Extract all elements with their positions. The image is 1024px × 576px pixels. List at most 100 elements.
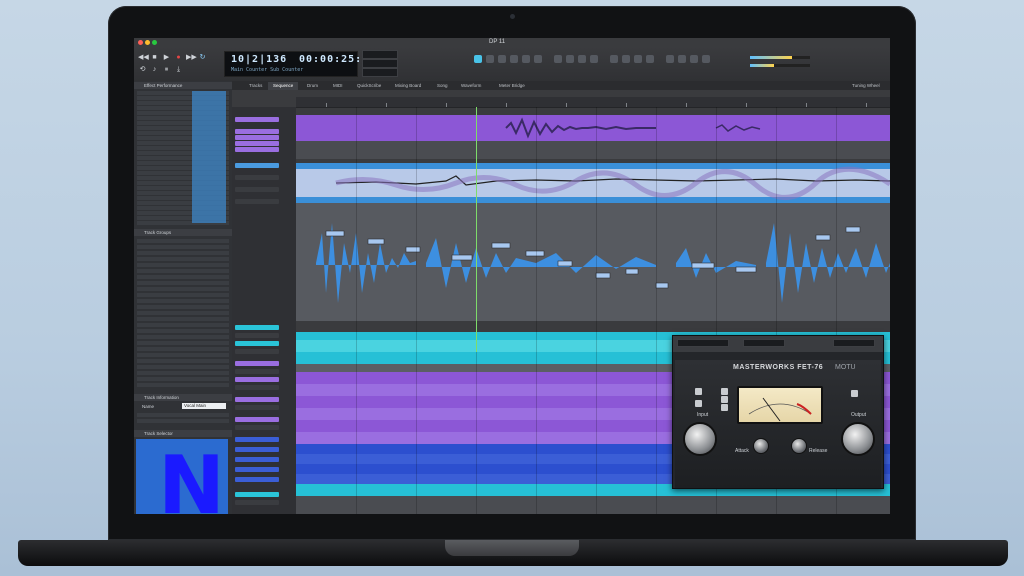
track-header[interactable] xyxy=(235,349,279,354)
list-item[interactable] xyxy=(137,341,229,345)
list-item[interactable] xyxy=(137,413,229,417)
list-item[interactable] xyxy=(137,287,229,291)
ratio-button[interactable] xyxy=(721,404,728,411)
list-item[interactable] xyxy=(137,365,229,369)
preset-menu[interactable] xyxy=(677,339,729,347)
track-header[interactable] xyxy=(235,175,279,180)
zoom-window-icon[interactable] xyxy=(152,40,157,45)
list-item[interactable] xyxy=(137,311,229,315)
main-counter[interactable]: 10|2|136 00:00:25:13 Main Counter Sub Co… xyxy=(224,51,375,77)
tempo-box[interactable] xyxy=(362,50,398,59)
track-header[interactable] xyxy=(235,199,279,204)
tab-drum[interactable]: Drum xyxy=(302,82,323,90)
track-header[interactable] xyxy=(235,333,279,338)
marker-icon[interactable] xyxy=(690,55,698,63)
track-header[interactable] xyxy=(235,187,279,192)
list-item[interactable] xyxy=(137,359,229,363)
trim-tool-icon[interactable] xyxy=(522,55,530,63)
track-header[interactable] xyxy=(235,361,279,366)
list-item[interactable] xyxy=(137,251,229,255)
track-header[interactable] xyxy=(235,500,279,505)
ratio-button[interactable] xyxy=(721,396,728,403)
meter-mode-button[interactable] xyxy=(851,390,858,397)
fast-forward-icon[interactable]: ▶▶ xyxy=(186,53,197,62)
list-item[interactable] xyxy=(137,263,229,267)
list-item[interactable] xyxy=(137,317,229,321)
close-window-icon[interactable] xyxy=(138,40,143,45)
track-header[interactable] xyxy=(235,492,279,497)
key-box[interactable] xyxy=(362,68,398,77)
plugin-icon[interactable] xyxy=(622,55,630,63)
bypass-menu[interactable] xyxy=(833,339,875,347)
track-header[interactable] xyxy=(235,377,279,382)
track-header[interactable] xyxy=(235,477,279,482)
scissors-tool-icon[interactable] xyxy=(498,55,506,63)
tab-meter-bridge[interactable]: Meter Bridge xyxy=(494,82,530,90)
toggle-switch[interactable] xyxy=(695,400,702,407)
metronome-icon[interactable]: ♪ xyxy=(150,65,159,74)
playhead[interactable] xyxy=(476,107,477,352)
list-item[interactable] xyxy=(137,269,229,273)
play-icon[interactable]: ▶ xyxy=(162,53,171,62)
list-item[interactable] xyxy=(137,275,229,279)
grid-icon[interactable] xyxy=(566,55,574,63)
track-header[interactable] xyxy=(235,117,279,122)
list-item[interactable] xyxy=(137,383,229,387)
track-header[interactable] xyxy=(235,397,279,402)
track-header[interactable] xyxy=(235,417,279,422)
track-header[interactable] xyxy=(235,325,279,330)
list-item[interactable] xyxy=(137,323,229,327)
sound-icon[interactable] xyxy=(646,55,654,63)
punch-icon[interactable]: ⤓ xyxy=(174,65,183,74)
minimize-window-icon[interactable] xyxy=(145,40,150,45)
melodyne-lane[interactable] xyxy=(296,203,890,321)
tab-midi[interactable]: MIDI xyxy=(328,82,348,90)
tab-quickscribe[interactable]: QuickScribe xyxy=(352,82,386,90)
tab-waveform[interactable]: Waveform xyxy=(456,82,486,90)
timeline-ruler[interactable] xyxy=(296,97,890,108)
edit-icon[interactable] xyxy=(590,55,598,63)
output-knob[interactable] xyxy=(841,422,875,456)
tab-tracks[interactable]: Tracks xyxy=(244,82,267,90)
track-groups-header[interactable]: Track Groups xyxy=(134,229,232,236)
list-item[interactable] xyxy=(137,239,229,243)
chunk-icon[interactable] xyxy=(634,55,642,63)
track-header[interactable] xyxy=(235,405,279,410)
track-header[interactable] xyxy=(235,163,279,168)
loop-icon[interactable]: ↻ xyxy=(198,53,207,62)
insert-menu[interactable] xyxy=(743,339,785,347)
tab-song[interactable]: Song xyxy=(432,82,453,90)
track-lane[interactable] xyxy=(296,496,890,514)
track-header[interactable] xyxy=(235,457,279,462)
meter-box[interactable] xyxy=(362,59,398,68)
quantize-icon[interactable] xyxy=(578,55,586,63)
track-header[interactable] xyxy=(235,141,279,146)
track-header[interactable] xyxy=(235,425,279,430)
tempo-icon[interactable] xyxy=(702,55,710,63)
list-icon[interactable] xyxy=(678,55,686,63)
track-header[interactable] xyxy=(235,341,279,346)
list-item[interactable] xyxy=(137,329,229,333)
input-knob[interactable] xyxy=(683,422,717,456)
ratio-button[interactable] xyxy=(721,388,728,395)
track-header[interactable] xyxy=(235,369,279,374)
track-header[interactable] xyxy=(235,147,279,152)
arrow-tool-icon[interactable] xyxy=(474,55,482,63)
list-item[interactable] xyxy=(137,347,229,351)
stop-icon[interactable]: ■ xyxy=(150,53,159,62)
list-item[interactable] xyxy=(137,353,229,357)
list-item[interactable] xyxy=(137,371,229,375)
list-item[interactable] xyxy=(137,377,229,381)
record-icon[interactable]: ● xyxy=(174,53,183,62)
tab-mixing-board[interactable]: Mixing Board xyxy=(390,82,426,90)
mute-tool-icon[interactable] xyxy=(534,55,542,63)
list-item[interactable] xyxy=(137,419,229,423)
track-header[interactable] xyxy=(235,135,279,140)
list-item[interactable] xyxy=(137,281,229,285)
list-item[interactable] xyxy=(137,293,229,297)
track-header[interactable] xyxy=(235,385,279,390)
release-knob[interactable] xyxy=(791,438,807,454)
track-selector-header[interactable]: Track Selector xyxy=(134,430,232,437)
track-header[interactable] xyxy=(235,129,279,134)
track-lane[interactable] xyxy=(296,153,890,159)
